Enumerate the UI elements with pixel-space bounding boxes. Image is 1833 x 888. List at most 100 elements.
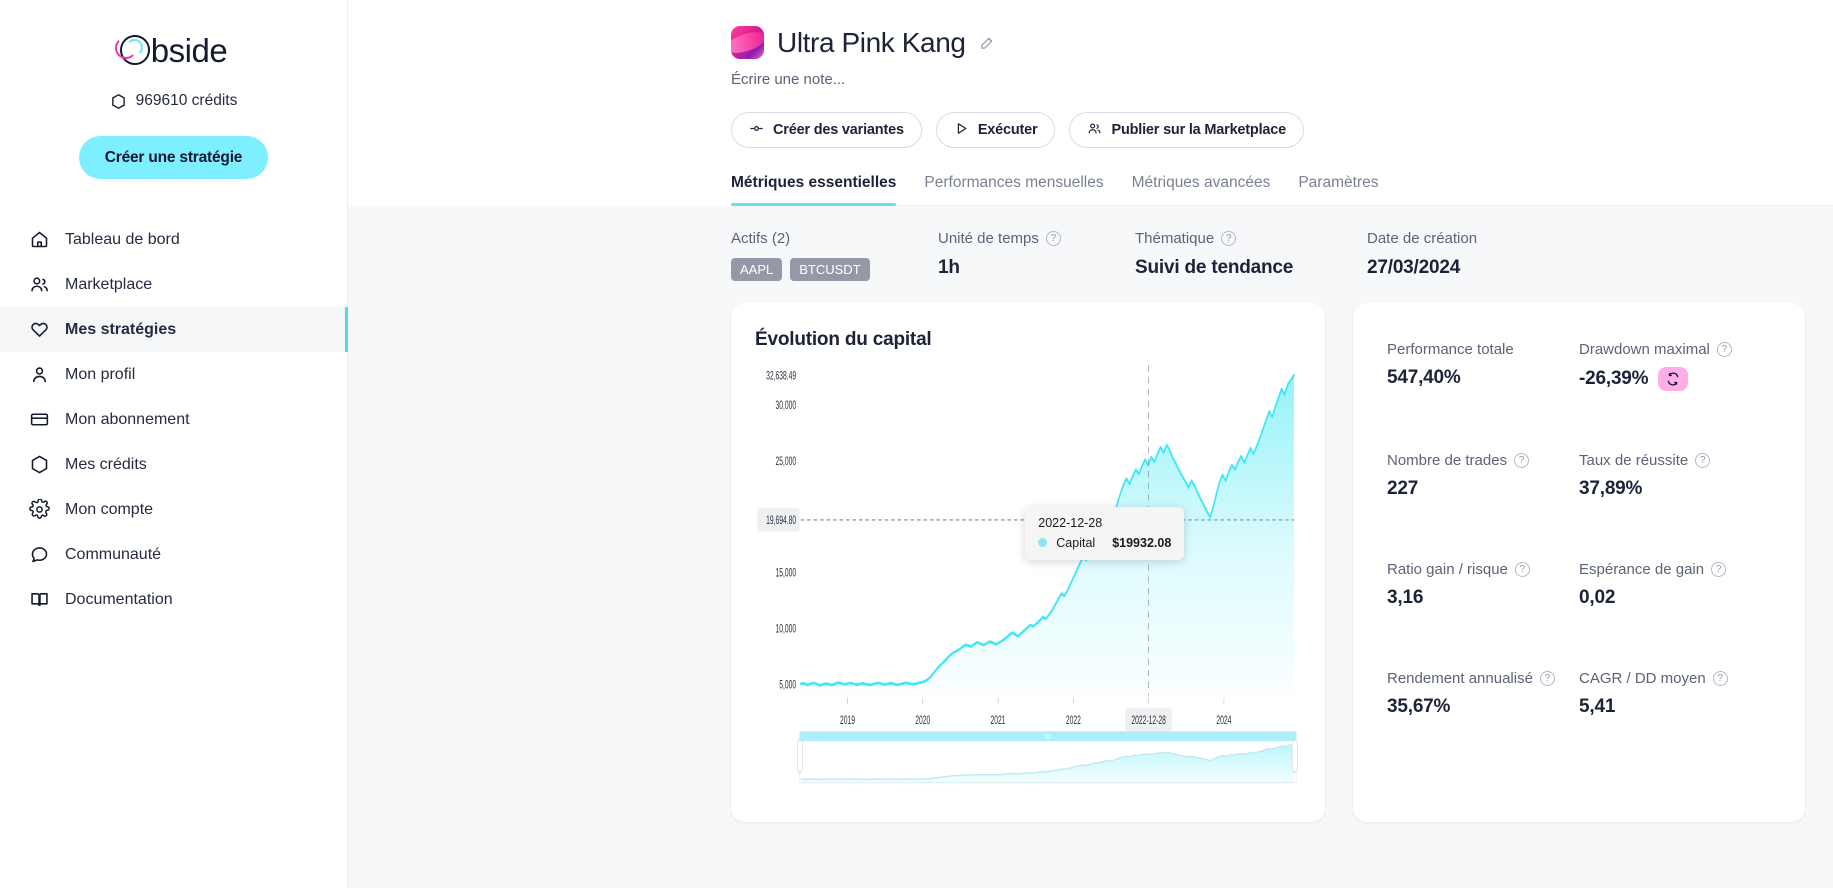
refresh-icon[interactable] [1658,367,1689,391]
user-icon [28,364,50,386]
users-icon [1087,121,1102,140]
sidebar-item-tableau-de-bord[interactable]: Tableau de bord [0,217,347,262]
chart-area[interactable]: 32,638.49 30,000 25,000 19,694.80 15,000 10,0… [755,357,1301,804]
svg-text:25,000: 25,000 [775,455,796,469]
info-timeframe: Unité de temps ? 1h [938,230,1135,281]
app-logo[interactable]: bside [0,22,347,78]
page-header: Ultra Pink Kang Écrire une note... Créer… [348,0,1833,206]
tab-performances-mensuelles[interactable]: Performances mensuelles [924,174,1103,205]
metric-label: Espérance de gain [1579,561,1705,578]
edit-pencil-icon[interactable] [979,34,996,51]
sidebar-item-mon-abonnement[interactable]: Mon abonnement [0,397,347,442]
capital-chart-svg[interactable]: 32,638.49 30,000 25,000 19,694.80 15,000 10,0… [755,357,1301,804]
sidebar-item-label: Mon compte [65,500,154,518]
credits-amount: 969610 crédits [135,92,238,109]
tab-metriques-essentielles[interactable]: Métriques essentielles [731,174,897,206]
metric-value: 37,89% [1579,478,1643,499]
sidebar-item-label: Marketplace [65,275,153,293]
svg-text:30,000: 30,000 [775,399,796,413]
sidebar-item-mon-profil[interactable]: Mon profil [0,352,347,397]
sidebar-item-documentation[interactable]: Documentation [0,577,347,622]
metric-value: 5,41 [1579,696,1616,717]
sidebar-item-mes-strategies[interactable]: Mes stratégies [0,307,348,352]
sidebar-item-label: Communauté [65,545,162,563]
chart-title: Évolution du capital [755,329,932,350]
button-label: Créer des variantes [773,122,904,138]
metric-label: Rendement annualisé [1387,670,1533,687]
help-icon[interactable]: ? [1045,231,1061,246]
help-icon[interactable]: ? [1514,453,1530,468]
tab-metriques-avancees[interactable]: Métriques avancées [1132,174,1271,205]
variants-icon [749,121,764,140]
app-root: bside 969610 crédits Créer une stratégie… [0,0,1833,888]
tab-bar: Métriques essentielles Performances mens… [731,174,1833,206]
play-icon [954,121,969,140]
sidebar-item-communaute[interactable]: Communauté [0,532,347,577]
metric-performance-totale: Performance totale 547,40% [1387,341,1579,391]
help-icon[interactable]: ? [1712,671,1728,686]
help-icon[interactable]: ? [1539,671,1555,686]
help-icon[interactable]: ? [1711,562,1727,577]
tab-parametres[interactable]: Paramètres [1298,174,1378,205]
svg-text:32,638.49: 32,638.49 [766,370,796,384]
gear-icon [28,499,50,521]
info-assets: Actifs (2) AAPL BTCUSDT [731,230,938,281]
metric-label: Ratio gain / risque [1387,561,1508,578]
heart-icon [28,319,50,341]
sidebar-item-mes-credits[interactable]: Mes crédits [0,442,347,487]
sidebar-item-mon-compte[interactable]: Mon compte [0,487,347,532]
main-content: Ultra Pink Kang Écrire une note... Créer… [348,0,1833,888]
chat-bubble-icon [28,544,50,566]
sidebar-item-label: Tableau de bord [65,230,180,248]
key-metrics-card: Performance totale 547,40% Drawdown maxi… [1353,303,1805,822]
svg-text:15,000: 15,000 [775,567,796,581]
info-thematic: Thématique ? Suivi de tendance [1135,230,1367,281]
info-label: Actifs (2) [731,230,791,247]
asset-chip-aapl[interactable]: AAPL [731,258,783,281]
svg-text:2020: 2020 [915,714,930,728]
logo-o-icon [114,35,150,65]
info-label: Thématique [1135,230,1215,247]
metric-value: 3,16 [1387,587,1424,608]
info-label: Date de création [1367,230,1478,247]
users-icon [28,274,50,296]
metric-label: Performance totale [1387,341,1514,358]
metric-value: 547,40% [1387,367,1461,388]
help-icon[interactable]: ? [1221,231,1237,246]
metric-ratio-gain-risque: Ratio gain / risque ? 3,16 [1387,561,1579,609]
metric-label: Drawdown maximal [1579,341,1710,358]
create-strategy-button[interactable]: Créer une stratégie [78,136,269,179]
note-input[interactable]: Écrire une note... [731,71,1833,88]
sidebar-item-label: Documentation [65,590,173,608]
sidebar-item-marketplace[interactable]: Marketplace [0,262,347,307]
info-created: Date de création 27/03/2024 [1367,230,1477,281]
sidebar-item-label: Mes crédits [65,455,147,473]
metrics-content: Évolution du capital 32,638.49 30,000 25,0… [348,303,1833,888]
sidebar-item-label: Mon profil [65,365,136,383]
help-icon[interactable]: ? [1514,562,1530,577]
create-variants-button[interactable]: Créer des variantes [731,112,922,148]
sidebar-nav: Tableau de bord Marketplace Mes stratégi… [0,217,348,622]
action-buttons: Créer des variantes Exécuter Publier sur… [731,112,1833,148]
svg-text:5,000: 5,000 [779,679,796,693]
info-value: 27/03/2024 [1367,257,1461,278]
help-icon[interactable]: ? [1695,453,1711,468]
svg-text:10,000: 10,000 [775,623,796,637]
metric-drawdown-maximal: Drawdown maximal ? -26,39% [1579,341,1771,391]
info-label: Unité de temps [938,230,1039,247]
svg-text:2021: 2021 [991,714,1006,728]
button-label: Exécuter [977,122,1038,138]
logo-text: bside [150,31,228,69]
help-icon[interactable]: ? [1716,342,1732,357]
svg-text:2022: 2022 [1066,714,1081,728]
capital-evolution-card: Évolution du capital 32,638.49 30,000 25,0… [731,303,1325,822]
execute-button[interactable]: Exécuter [935,112,1056,148]
sidebar-item-label: Mes stratégies [65,320,177,338]
metric-value: 0,02 [1579,587,1616,608]
sidebar-item-label: Mon abonnement [65,410,190,428]
metric-value: -26,39% [1579,368,1649,389]
metric-value: 227 [1387,478,1419,499]
metric-label: CAGR / DD moyen [1579,670,1706,687]
publish-marketplace-button[interactable]: Publier sur la Marketplace [1069,112,1304,148]
asset-chip-btcusdt[interactable]: BTCUSDT [790,258,870,281]
